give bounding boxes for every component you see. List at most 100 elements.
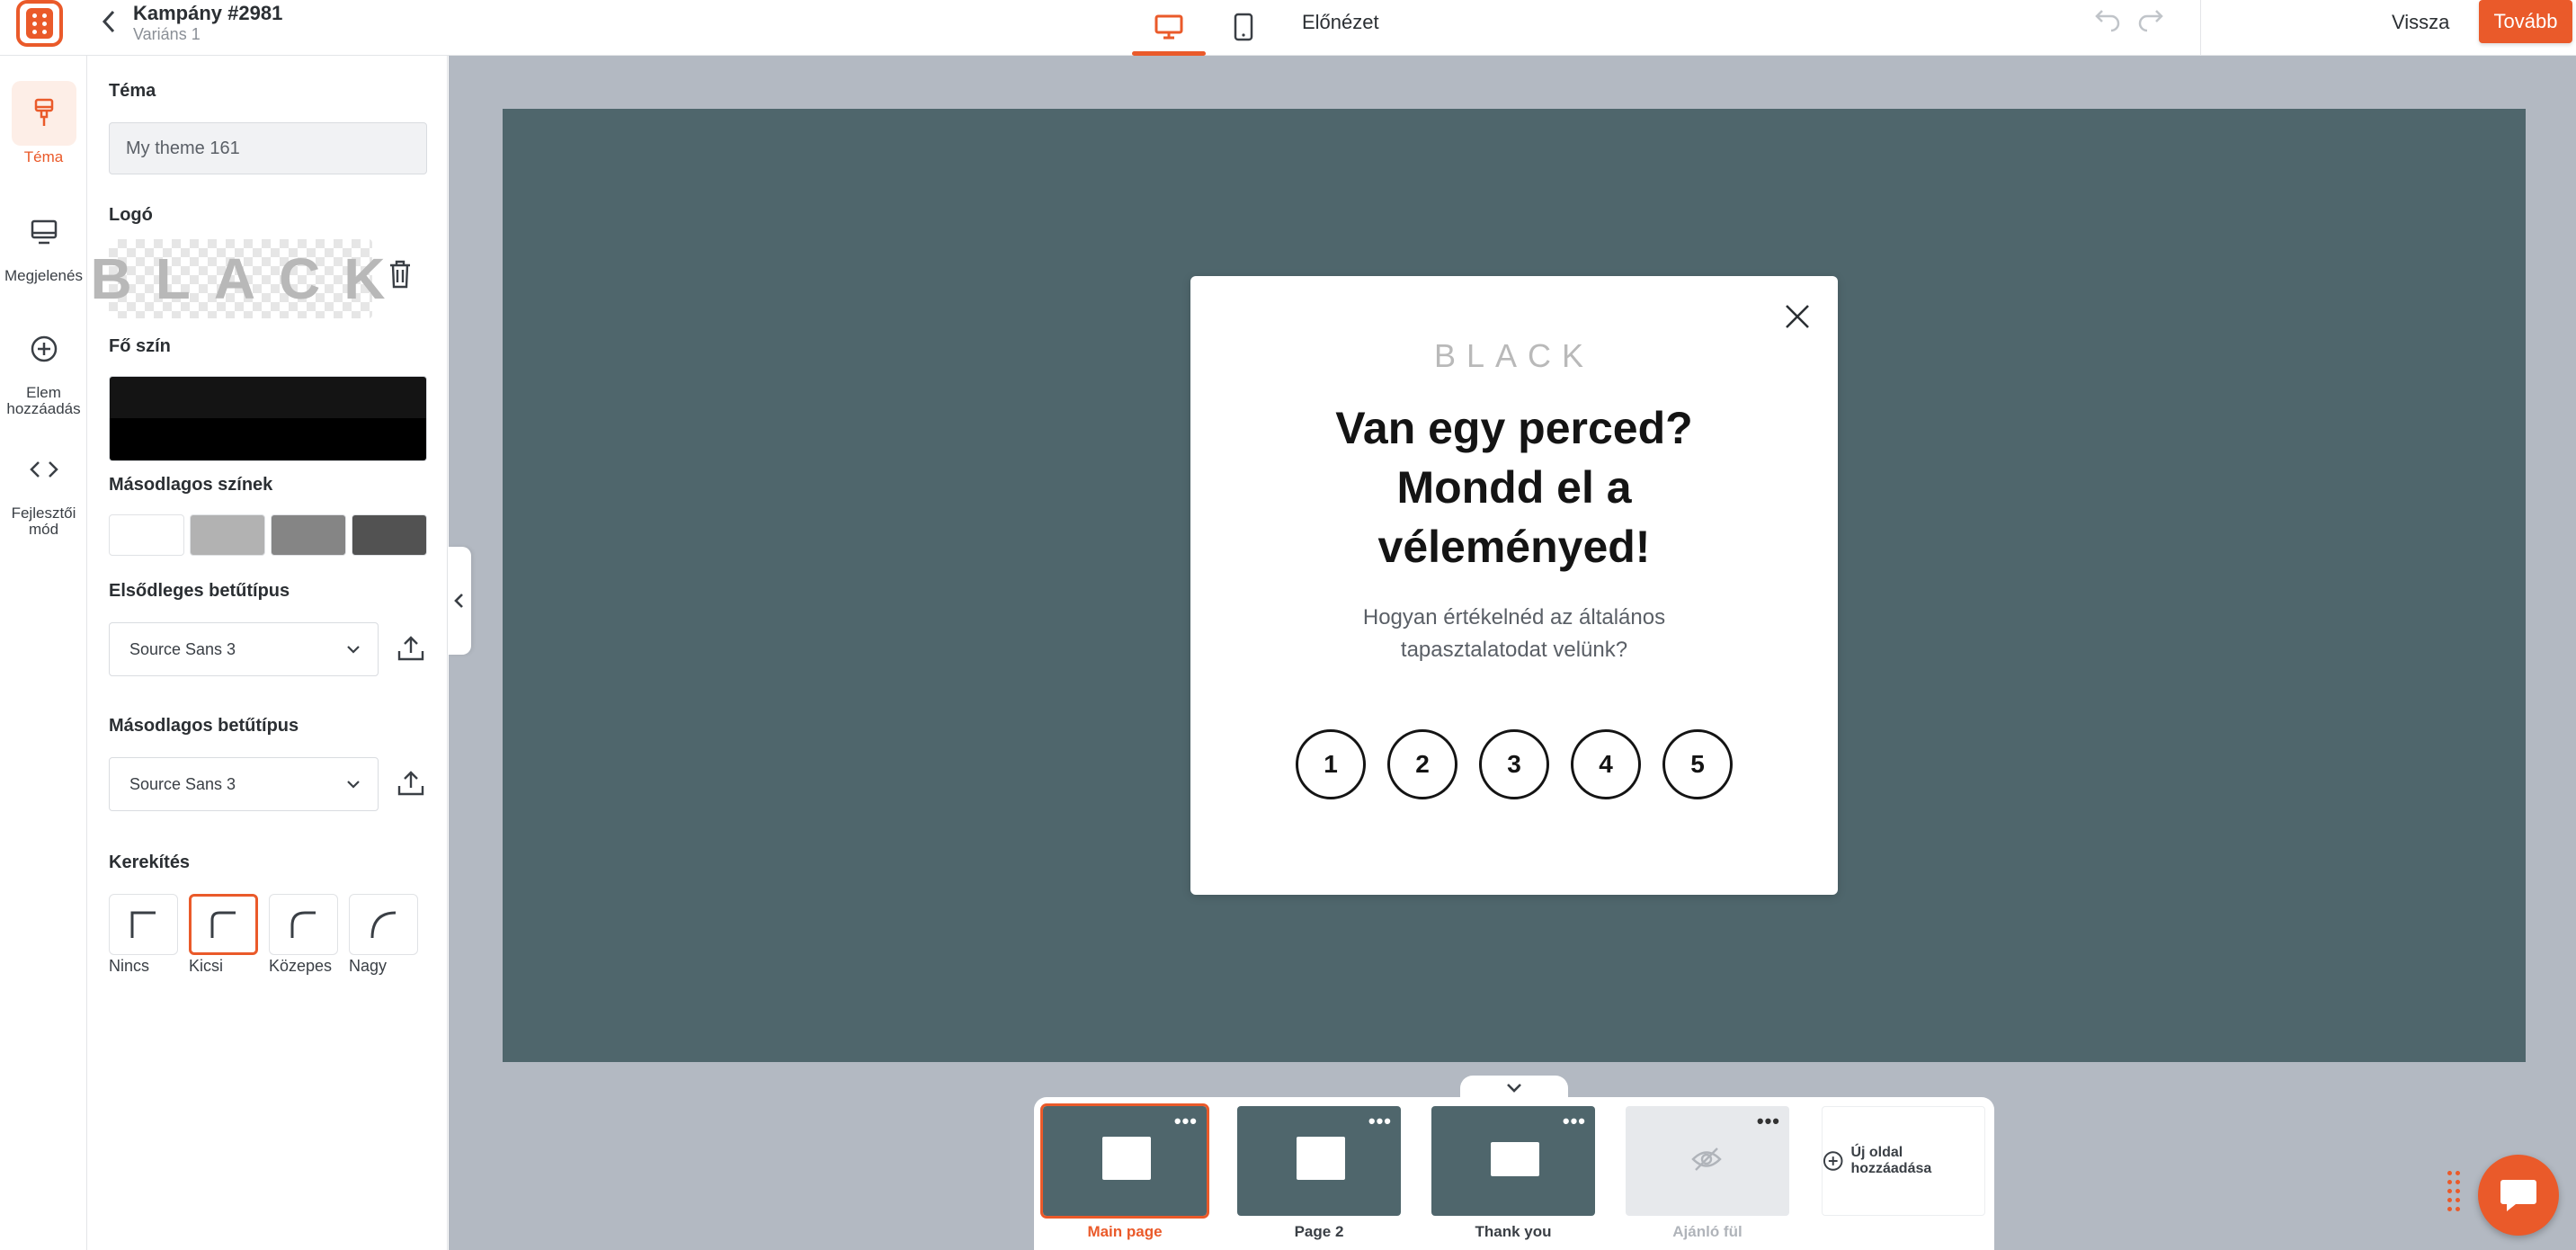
logo-preview[interactable]: BLACK <box>91 239 385 318</box>
page-thumb-label: Page 2 <box>1294 1223 1344 1240</box>
more-icon[interactable]: ••• <box>1174 1110 1198 1133</box>
undo-icon[interactable] <box>2093 9 2122 40</box>
add-page-label: Új oldal hozzáadása <box>1850 1145 1932 1176</box>
collapse-panel-button[interactable] <box>448 547 471 655</box>
desktop-icon <box>1154 14 1183 40</box>
trash-icon[interactable] <box>387 259 414 294</box>
secondary-font-value: Source Sans 3 <box>129 774 236 793</box>
app-logo[interactable] <box>16 0 63 47</box>
rail-label: Elem hozzáadás <box>6 384 81 417</box>
top-bar: Kampány #2981 Variáns 1 Előnézet Vissza … <box>0 0 2576 56</box>
page-strip: ••• Main page ••• Page 2 ••• Thank you •… <box>1034 1097 1994 1250</box>
rounding-label: Kerekítés <box>109 853 191 872</box>
chat-support-button[interactable] <box>2478 1155 2559 1236</box>
preview-button[interactable]: Előnézet <box>1302 11 1379 34</box>
back-arrow-icon[interactable] <box>101 9 117 41</box>
theme-settings-panel: Téma My theme 161 Logó BLACK Fő szín Más… <box>88 56 448 1250</box>
rounding-label-medium: Közepes <box>269 957 333 975</box>
add-page-button[interactable]: Új oldal hozzáadása <box>1822 1106 1985 1216</box>
redo-icon[interactable] <box>2136 9 2165 40</box>
rounding-label-small: Kicsi <box>189 957 224 975</box>
popup-body-text[interactable]: Hogyan értékelnéd az általános tapasztal… <box>1289 602 1739 666</box>
campaign-title: Kampány #2981 <box>133 2 283 24</box>
page-thumb-label: Main page <box>1087 1223 1163 1240</box>
corner-small-icon <box>210 911 236 938</box>
plus-circle-icon <box>1823 1151 1843 1171</box>
page-thumb-teaser[interactable]: ••• <box>1626 1106 1789 1216</box>
rail-label: Téma <box>23 148 64 165</box>
main-color-value <box>110 418 426 460</box>
chevron-left-icon <box>454 594 463 608</box>
next-button[interactable]: Tovább <box>2479 0 2572 43</box>
corner-medium-icon <box>290 911 316 938</box>
upload-font-icon[interactable] <box>396 633 426 668</box>
rating-button-4[interactable]: 4 <box>1571 729 1641 799</box>
secondary-colors-label: Másodlagos színek <box>109 475 273 495</box>
popup-headline[interactable]: Van egy perced? Mondd el a véleményed! <box>1271 398 1757 576</box>
rail-item-add-element[interactable]: Elem hozzáadás <box>0 317 87 417</box>
secondary-color-swatch-3[interactable] <box>271 514 346 556</box>
page-thumb-label: Thank you <box>1475 1223 1552 1240</box>
mobile-view-button[interactable] <box>1207 0 1280 54</box>
rating-button-3[interactable]: 3 <box>1479 729 1549 799</box>
chevron-down-icon <box>1507 1084 1521 1093</box>
drag-handle-icon[interactable] <box>2447 1171 2464 1219</box>
secondary-color-swatch-1[interactable] <box>109 514 184 556</box>
corner-large-icon <box>370 911 396 939</box>
close-icon[interactable] <box>1784 303 1811 335</box>
rail-item-dev-mode[interactable]: Fejlesztői mód <box>0 437 87 538</box>
page-thumb-preview <box>1102 1137 1151 1180</box>
more-icon[interactable]: ••• <box>1757 1110 1780 1133</box>
rounding-option-small[interactable] <box>189 894 258 955</box>
rounding-label-none: Nincs <box>109 957 150 975</box>
rating-button-5[interactable]: 5 <box>1662 729 1733 799</box>
desktop-view-button[interactable] <box>1132 0 1206 56</box>
page-thumb-thank-you[interactable]: ••• <box>1431 1106 1595 1216</box>
rounding-label-large: Nagy <box>349 957 388 975</box>
more-icon[interactable]: ••• <box>1563 1110 1586 1133</box>
popup-preview[interactable]: BLACK Van egy perced? Mondd el a vélemén… <box>1190 276 1838 895</box>
rail-item-theme[interactable]: Téma <box>0 81 87 165</box>
plus-circle-icon <box>31 335 57 362</box>
secondary-font-label: Másodlagos betűtípus <box>109 716 299 736</box>
rating-button-1[interactable]: 1 <box>1296 729 1366 799</box>
page-thumb-preview <box>1491 1142 1539 1176</box>
back-button[interactable]: Vissza <box>2381 5 2460 40</box>
rail-label: Megjelenés <box>4 267 83 284</box>
popup-logo: BLACK <box>1433 337 1595 374</box>
brush-icon <box>34 98 53 126</box>
primary-font-select[interactable]: Source Sans 3 <box>109 622 379 676</box>
code-icon <box>29 461 58 478</box>
monitor-icon <box>31 219 57 245</box>
chevron-down-icon <box>347 646 360 654</box>
mobile-icon <box>1234 13 1253 41</box>
more-icon[interactable]: ••• <box>1368 1110 1392 1133</box>
page-thumb-preview <box>1297 1137 1345 1180</box>
main-color-hover-strip <box>110 377 426 418</box>
eye-off-icon <box>1691 1147 1722 1171</box>
header-divider <box>2200 0 2201 56</box>
rounding-option-medium[interactable] <box>269 894 338 955</box>
main-color-label: Fő szín <box>109 336 171 356</box>
chat-icon <box>2500 1180 2536 1211</box>
rounding-option-large[interactable] <box>349 894 418 955</box>
primary-font-label: Elsődleges betűtípus <box>109 581 290 601</box>
theme-label: Téma <box>109 81 156 101</box>
page-thumb-main[interactable]: ••• <box>1040 1103 1209 1219</box>
left-rail: Téma Megjelenés Elem hozzáadás Fejlesztő… <box>0 56 87 1250</box>
rounding-option-none[interactable] <box>109 894 178 955</box>
logo-label: Logó <box>109 205 153 225</box>
page-thumb-page2[interactable]: ••• <box>1237 1106 1401 1216</box>
page-thumb-label: Ajánló fül <box>1672 1223 1743 1240</box>
rail-item-appearance[interactable]: Megjelenés <box>0 200 87 284</box>
upload-font-icon[interactable] <box>396 768 426 803</box>
rating-button-2[interactable]: 2 <box>1387 729 1457 799</box>
chevron-down-icon <box>347 781 360 789</box>
secondary-color-swatch-2[interactable] <box>190 514 265 556</box>
variant-label: Variáns 1 <box>133 25 201 43</box>
main-color-picker[interactable] <box>109 376 427 461</box>
secondary-font-select[interactable]: Source Sans 3 <box>109 757 379 811</box>
secondary-color-swatch-4[interactable] <box>352 514 427 556</box>
primary-font-value: Source Sans 3 <box>129 639 236 658</box>
theme-name-input[interactable]: My theme 161 <box>109 122 427 174</box>
